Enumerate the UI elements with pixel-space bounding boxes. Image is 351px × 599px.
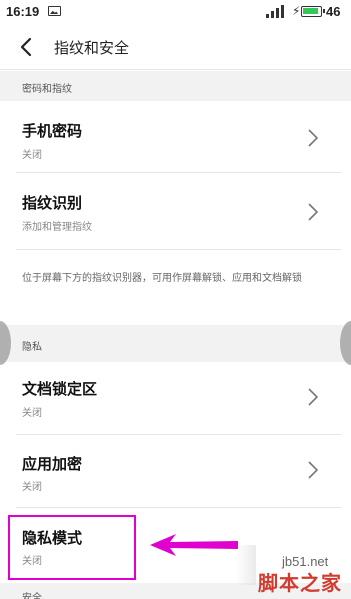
divider: [16, 249, 341, 250]
battery-icon: [301, 6, 325, 17]
section-header-privacy: 隐私: [0, 325, 351, 362]
row-subtitle: 关闭: [22, 150, 42, 161]
section-label: 密码和指纹: [22, 84, 72, 95]
image-notification-icon: [48, 6, 61, 16]
description-text: 位于屏幕下方的指纹识别器，可用作屏幕解锁、应用和文档解锁: [22, 273, 302, 284]
section-label: 隐私: [22, 342, 42, 353]
fingerprint-description: 位于屏幕下方的指纹识别器，可用作屏幕解锁、应用和文档解锁: [0, 258, 351, 324]
row-title: 文档锁定区: [22, 381, 98, 398]
row-title: 应用加密: [22, 456, 83, 473]
chevron-right-icon: [308, 388, 319, 406]
pointer-arrow-icon: [150, 534, 238, 556]
setting-row-app-lock[interactable]: 应用加密 关闭: [0, 435, 351, 507]
section-header-password-fingerprint: 密码和指纹: [0, 71, 351, 101]
status-bar: 16:19 ⚡ 46: [0, 0, 351, 24]
chevron-right-icon: [308, 129, 319, 147]
section-label: 安全: [22, 593, 42, 599]
signal-icon: [266, 5, 284, 18]
page-title: 指纹和安全: [54, 40, 130, 57]
setting-row-fingerprint[interactable]: 指纹识别 添加和管理指纹: [0, 173, 351, 248]
row-title: 指纹识别: [22, 195, 83, 212]
setting-row-phone-password[interactable]: 手机密码 关闭: [0, 102, 351, 172]
app-bar: 指纹和安全: [0, 24, 351, 70]
status-time: 16:19: [6, 4, 40, 19]
highlight-box: [8, 515, 136, 580]
charging-icon: ⚡: [292, 4, 301, 18]
watermark-brand: 脚本之家: [258, 573, 342, 595]
watermark-stripe: [236, 545, 256, 585]
row-subtitle: 添加和管理指纹: [22, 222, 92, 233]
row-subtitle: 关闭: [22, 408, 42, 419]
chevron-right-icon: [308, 203, 319, 221]
row-subtitle: 关闭: [22, 482, 42, 493]
chevron-right-icon: [308, 461, 319, 479]
battery-level: 46: [326, 4, 341, 19]
back-arrow-icon[interactable]: [14, 34, 40, 60]
row-title: 手机密码: [22, 123, 83, 140]
setting-row-document-lock[interactable]: 文档锁定区 关闭: [0, 362, 351, 434]
